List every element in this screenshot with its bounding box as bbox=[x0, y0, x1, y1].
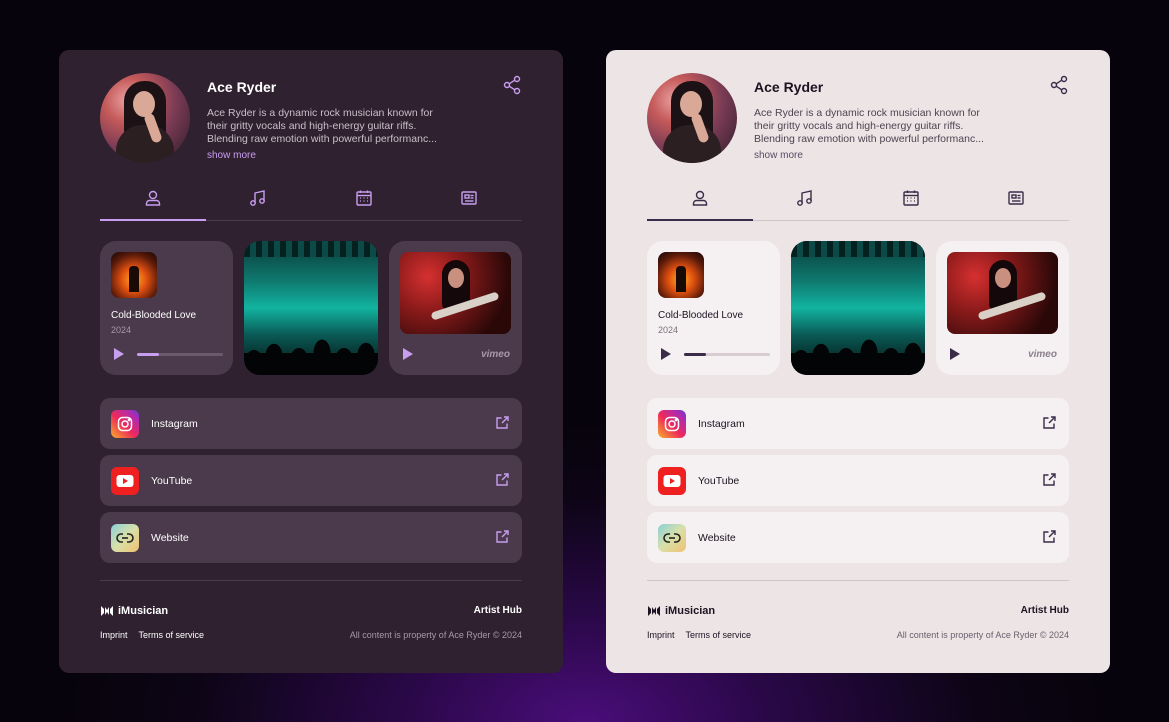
imusician-logo[interactable]: iMusician bbox=[100, 604, 168, 618]
artist-card-light: Ace Ryder Ace Ryder is a dynamic rock mu… bbox=[606, 50, 1110, 673]
link-label: Instagram bbox=[698, 417, 745, 430]
instagram-icon bbox=[111, 409, 139, 438]
video-card[interactable]: vimeo bbox=[388, 241, 522, 375]
link-youtube[interactable]: YouTube bbox=[100, 455, 522, 506]
song-progress[interactable] bbox=[137, 353, 223, 356]
profile-icon bbox=[145, 190, 160, 206]
imusician-icon bbox=[101, 606, 113, 616]
song-card[interactable]: Cold-Blooded Love 2024 bbox=[100, 241, 234, 375]
media-row: Cold-Blooded Love 2024 vimeo bbox=[647, 241, 1069, 375]
link-instagram[interactable]: Instagram bbox=[647, 398, 1069, 449]
news-icon bbox=[461, 191, 477, 205]
video-card[interactable]: vimeo bbox=[935, 241, 1069, 375]
social-links: Instagram YouTube Website bbox=[647, 398, 1069, 563]
concert-photo[interactable] bbox=[244, 241, 378, 375]
song-progress-fill bbox=[137, 353, 159, 356]
external-link-icon[interactable] bbox=[495, 415, 510, 430]
tab-music[interactable] bbox=[206, 189, 312, 231]
tab-news[interactable] bbox=[417, 189, 523, 231]
artist-card-dark: Ace Ryder Ace Ryder is a dynamic rock mu… bbox=[59, 50, 563, 673]
profile-tabs bbox=[100, 189, 522, 231]
tab-music[interactable] bbox=[753, 189, 859, 231]
song-progress-fill bbox=[684, 353, 706, 356]
share-icon[interactable] bbox=[502, 75, 522, 95]
youtube-icon bbox=[658, 466, 686, 495]
artist-header: Ace Ryder Ace Ryder is a dynamic rock mu… bbox=[100, 72, 522, 184]
external-link-icon[interactable] bbox=[1042, 529, 1057, 544]
vimeo-logo: vimeo bbox=[481, 349, 510, 360]
artist-bio: Ace Ryder is a dynamic rock musician kno… bbox=[754, 107, 984, 145]
share-icon[interactable] bbox=[1049, 75, 1069, 95]
artist-name: Ace Ryder bbox=[207, 79, 277, 95]
copyright-text: All content is property of Ace Ryder © 2… bbox=[349, 630, 522, 640]
song-title: Cold-Blooded Love bbox=[111, 310, 197, 321]
artist-avatar bbox=[100, 73, 190, 163]
artist-hub-label[interactable]: Artist Hub bbox=[1021, 605, 1069, 616]
music-icon bbox=[250, 190, 266, 206]
terms-link[interactable]: Terms of service bbox=[686, 630, 752, 640]
artist-bio: Ace Ryder is a dynamic rock musician kno… bbox=[207, 107, 437, 145]
profile-tabs bbox=[647, 189, 1069, 231]
show-more-link[interactable]: show more bbox=[754, 150, 803, 161]
video-thumbnail bbox=[946, 252, 1058, 334]
link-website[interactable]: Website bbox=[100, 512, 522, 563]
imprint-link[interactable]: Imprint bbox=[100, 630, 128, 640]
link-label: YouTube bbox=[151, 474, 193, 487]
instagram-icon bbox=[658, 409, 686, 438]
footer: iMusician Artist Hub Imprint Terms of se… bbox=[100, 581, 522, 661]
song-title: Cold-Blooded Love bbox=[658, 310, 744, 321]
tab-profile[interactable] bbox=[100, 189, 206, 231]
calendar-icon bbox=[903, 190, 919, 206]
tab-news[interactable] bbox=[964, 189, 1070, 231]
video-thumbnail bbox=[399, 252, 511, 334]
tab-profile[interactable] bbox=[647, 189, 753, 231]
youtube-icon bbox=[111, 466, 139, 495]
song-cover bbox=[111, 252, 157, 298]
imprint-link[interactable]: Imprint bbox=[647, 630, 675, 640]
concert-photo[interactable] bbox=[791, 241, 925, 375]
terms-link[interactable]: Terms of service bbox=[139, 630, 205, 640]
song-year: 2024 bbox=[658, 325, 679, 335]
link-youtube[interactable]: YouTube bbox=[647, 455, 1069, 506]
external-link-icon[interactable] bbox=[1042, 415, 1057, 430]
social-links: Instagram YouTube Website bbox=[100, 398, 522, 563]
music-icon bbox=[797, 190, 813, 206]
play-icon[interactable] bbox=[949, 348, 960, 360]
link-label: Instagram bbox=[151, 417, 198, 430]
external-link-icon[interactable] bbox=[1042, 472, 1057, 487]
copyright-text: All content is property of Ace Ryder © 2… bbox=[896, 630, 1069, 640]
imusician-logo[interactable]: iMusician bbox=[647, 604, 715, 618]
link-instagram[interactable]: Instagram bbox=[100, 398, 522, 449]
play-icon[interactable] bbox=[114, 348, 124, 360]
play-icon[interactable] bbox=[661, 348, 671, 360]
media-row: Cold-Blooded Love 2024 vimeo bbox=[100, 241, 522, 375]
link-label: YouTube bbox=[698, 474, 740, 487]
artist-avatar bbox=[647, 73, 737, 163]
link-icon bbox=[658, 523, 686, 552]
show-more-link[interactable]: show more bbox=[207, 150, 256, 161]
play-icon[interactable] bbox=[402, 348, 413, 360]
link-website[interactable]: Website bbox=[647, 512, 1069, 563]
news-icon bbox=[1008, 191, 1024, 205]
tab-events[interactable] bbox=[858, 189, 964, 231]
link-icon bbox=[111, 523, 139, 552]
song-card[interactable]: Cold-Blooded Love 2024 bbox=[647, 241, 781, 375]
footer: iMusician Artist Hub Imprint Terms of se… bbox=[647, 581, 1069, 661]
song-progress[interactable] bbox=[684, 353, 770, 356]
song-cover bbox=[658, 252, 704, 298]
calendar-icon bbox=[356, 190, 372, 206]
imusician-icon bbox=[648, 606, 660, 616]
profile-icon bbox=[692, 190, 707, 206]
artist-name: Ace Ryder bbox=[754, 79, 824, 95]
artist-hub-label[interactable]: Artist Hub bbox=[474, 605, 522, 616]
link-label: Website bbox=[151, 531, 189, 544]
link-label: Website bbox=[698, 531, 736, 544]
external-link-icon[interactable] bbox=[495, 472, 510, 487]
external-link-icon[interactable] bbox=[495, 529, 510, 544]
artist-header: Ace Ryder Ace Ryder is a dynamic rock mu… bbox=[647, 72, 1069, 184]
song-year: 2024 bbox=[111, 325, 132, 335]
vimeo-logo: vimeo bbox=[1028, 349, 1057, 360]
tab-events[interactable] bbox=[311, 189, 417, 231]
